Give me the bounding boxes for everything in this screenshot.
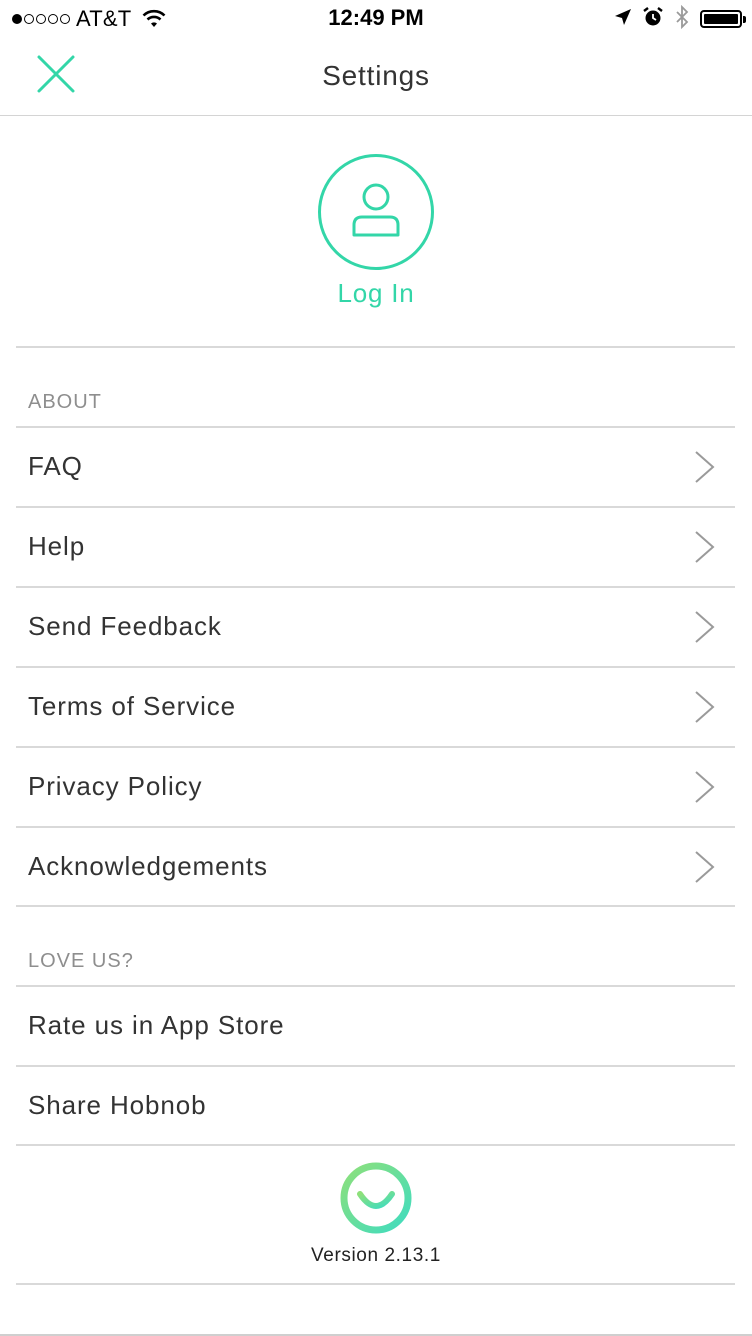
row-label: Privacy Policy xyxy=(28,770,203,801)
settings-row-share[interactable]: Share Hobnob xyxy=(16,1065,735,1145)
section-header-love-us: LOVE US? xyxy=(28,950,134,972)
status-right xyxy=(614,4,746,34)
divider xyxy=(16,1283,735,1285)
battery-icon xyxy=(700,10,746,28)
status-bar: AT&T 12:49 PM xyxy=(0,0,752,40)
settings-row-faq[interactable]: FAQ xyxy=(16,426,735,506)
alarm-clock-icon xyxy=(642,6,664,33)
bluetooth-icon xyxy=(674,4,690,34)
chevron-right-icon xyxy=(693,530,717,564)
login-link[interactable]: Log In xyxy=(0,278,752,309)
divider xyxy=(16,346,735,348)
row-label: Acknowledgements xyxy=(28,850,268,881)
row-label: Rate us in App Store xyxy=(28,1009,285,1040)
settings-row-help[interactable]: Help xyxy=(16,506,735,586)
page-title: Settings xyxy=(322,60,430,91)
divider xyxy=(16,1144,735,1146)
hobnob-smile-logo-icon xyxy=(338,1160,414,1236)
login-section: Log In xyxy=(0,116,752,347)
location-arrow-icon xyxy=(614,8,632,31)
divider xyxy=(16,905,735,907)
chevron-right-icon xyxy=(693,690,717,724)
chevron-right-icon xyxy=(693,450,717,484)
chevron-right-icon xyxy=(693,770,717,804)
row-label: FAQ xyxy=(28,450,83,481)
navigation-bar: Settings xyxy=(0,40,752,116)
row-label: Share Hobnob xyxy=(28,1089,207,1120)
version-label: Version 2.13.1 xyxy=(311,1245,441,1266)
settings-row-privacy[interactable]: Privacy Policy xyxy=(16,746,735,826)
row-label: Send Feedback xyxy=(28,610,222,641)
settings-row-terms[interactable]: Terms of Service xyxy=(16,666,735,746)
chevron-right-icon xyxy=(693,610,717,644)
row-label: Terms of Service xyxy=(28,690,237,721)
user-icon xyxy=(350,181,402,244)
battery-nub xyxy=(743,16,746,23)
login-avatar-button[interactable] xyxy=(318,154,434,270)
settings-row-rate-app[interactable]: Rate us in App Store xyxy=(16,985,735,1065)
battery-fill xyxy=(704,14,738,24)
settings-row-acknowledgements[interactable]: Acknowledgements xyxy=(16,826,735,906)
settings-row-send-feedback[interactable]: Send Feedback xyxy=(16,586,735,666)
row-label: Help xyxy=(28,530,86,561)
chevron-right-icon xyxy=(693,850,717,884)
section-header-about: ABOUT xyxy=(28,391,102,413)
